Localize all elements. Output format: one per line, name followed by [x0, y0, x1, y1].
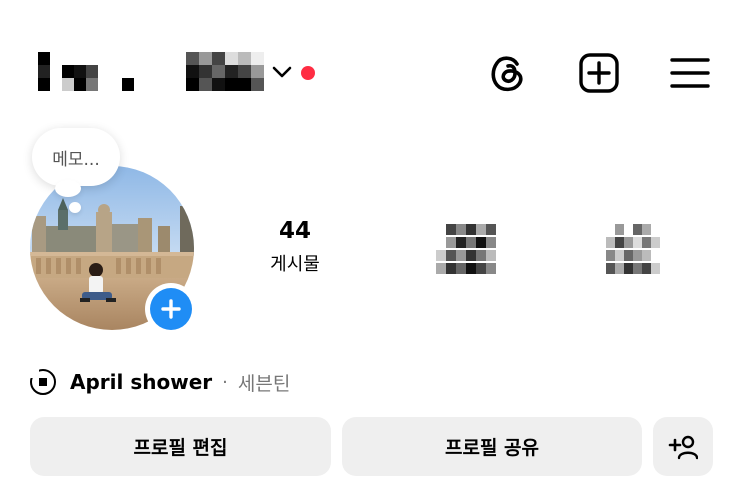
redacted-followers-stat[interactable]	[436, 224, 498, 274]
notification-dot	[301, 66, 315, 80]
memo-placeholder: 메모...	[52, 149, 100, 170]
posts-label[interactable]: 게시물	[255, 250, 335, 276]
memo-bubble-tail	[55, 180, 81, 197]
edit-profile-label: 프로필 편집	[133, 437, 228, 459]
threads-icon[interactable]	[486, 50, 530, 96]
music-separator: ·	[222, 371, 228, 393]
posts-count[interactable]: 44	[255, 218, 335, 244]
share-profile-label: 프로필 공유	[444, 437, 539, 459]
edit-profile-button[interactable]: 프로필 편집	[30, 417, 331, 476]
add-post-icon[interactable]	[577, 51, 621, 95]
redacted-username	[38, 52, 134, 92]
chevron-down-icon[interactable]	[272, 64, 292, 80]
music-title: April shower	[70, 370, 213, 394]
plus-icon	[150, 288, 192, 330]
music-disc-icon	[29, 368, 56, 395]
menu-icon[interactable]	[668, 54, 712, 92]
profile-music[interactable]: April shower · 세븐틴	[29, 366, 291, 398]
music-artist: 세븐틴	[237, 372, 291, 395]
memo-bubble-tail-dot	[69, 202, 81, 213]
share-profile-button[interactable]: 프로필 공유	[342, 417, 642, 476]
discover-people-button[interactable]	[653, 417, 713, 476]
redacted-account-name[interactable]	[186, 52, 266, 92]
add-story-button[interactable]	[145, 283, 197, 335]
add-person-icon	[668, 435, 698, 459]
redacted-following-stat[interactable]	[606, 224, 664, 274]
memo-bubble[interactable]: 메모...	[32, 128, 120, 186]
